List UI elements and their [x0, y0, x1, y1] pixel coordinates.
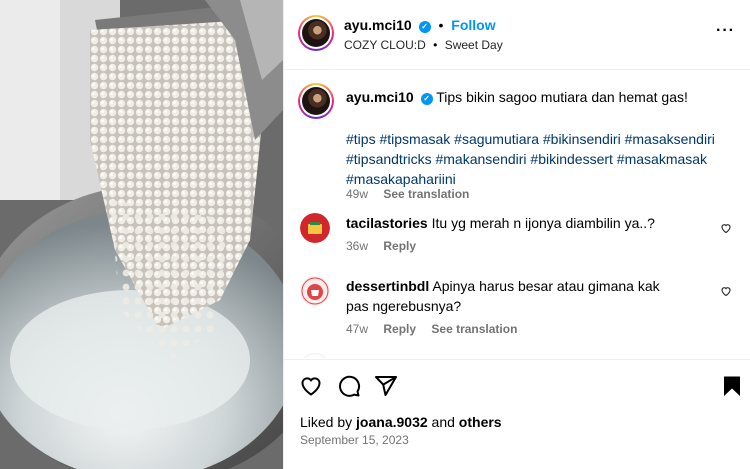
hashtags[interactable]: #tips #tipsmasak #sagumutiara #bikinsend… [346, 129, 726, 189]
comment-text: tacilastories Itu yg merah n ijonya diam… [346, 213, 676, 233]
caption-username[interactable]: ayu.mci10 [346, 89, 414, 105]
caption-text: ayu.mci10 ✓ Tips bikin sagoo mutiara dan… [346, 87, 726, 107]
comment-meta: 36w Reply [346, 239, 428, 253]
comment-meta: 47w Reply See translation [346, 322, 529, 336]
post-date[interactable]: September 15, 2023 [300, 433, 409, 447]
liked-by-and: and [431, 414, 455, 430]
follow-button[interactable]: Follow [451, 17, 495, 33]
post-header: ayu.mci10 ✓ • Follow COZY CLOU:D • Sweet… [284, 0, 750, 70]
post-photo [0, 0, 283, 469]
commenter-avatar[interactable] [300, 276, 330, 306]
location-link[interactable]: COZY CLOU:D [344, 38, 426, 52]
comment-text: dessertinbdl Apinya harus besar atau gim… [346, 276, 676, 316]
audio-link[interactable]: Sweet Day [445, 38, 503, 52]
bookmark-icon[interactable] [720, 374, 744, 398]
share-icon[interactable] [374, 374, 398, 398]
post-media[interactable] [0, 0, 283, 469]
liked-by-others-link[interactable]: others [459, 414, 502, 430]
caption-age: 49w [346, 187, 369, 201]
reply-button[interactable]: Reply [383, 322, 416, 336]
comment-like-heart-icon[interactable] [720, 285, 732, 297]
commenter-avatar[interactable] [300, 353, 330, 358]
commenter-username[interactable]: dessertinbdl [346, 278, 429, 294]
comment-body: Itu yg merah n ijonya diambilin ya..? [431, 215, 655, 231]
separator-dot: • [438, 17, 444, 33]
author-line: ayu.mci10 ✓ • Follow [344, 17, 496, 33]
reply-button[interactable]: Reply [383, 239, 416, 253]
comment-like-heart-icon[interactable] [720, 222, 732, 234]
separator-dot: • [433, 38, 438, 52]
comment-icon[interactable] [337, 374, 361, 398]
comment-age: 47w [346, 322, 369, 336]
commenter-username[interactable]: tacilastories [346, 215, 428, 231]
post-subtitle: COZY CLOU:D • Sweet Day [344, 38, 503, 52]
verified-badge-icon: ✓ [420, 93, 433, 105]
author-avatar[interactable] [298, 15, 334, 51]
caption-body: Tips bikin sagoo mutiara dan hemat gas! [436, 89, 688, 105]
commenter-avatar[interactable] [300, 213, 330, 243]
comment-age: 36w [346, 239, 369, 253]
liked-by-prefix: Liked by [300, 414, 353, 430]
see-translation-link[interactable]: See translation [383, 187, 469, 201]
caption-meta: 49w See translation [346, 187, 481, 201]
post-panel: ayu.mci10 ✓ • Follow COZY CLOU:D • Sweet… [283, 0, 750, 469]
verified-badge-icon: ✓ [418, 21, 431, 33]
more-options-icon[interactable]: ··· [716, 22, 735, 40]
liked-by-user-link[interactable]: joana.9032 [356, 414, 428, 430]
heart-icon[interactable] [299, 374, 323, 398]
see-translation-link[interactable]: See translation [431, 322, 517, 336]
comments-scroll-area[interactable]: ayu.mci10 ✓ Tips bikin sagoo mutiara dan… [284, 71, 750, 358]
liked-by-text: Liked by joana.9032 and others [300, 414, 502, 430]
caption-avatar[interactable] [298, 83, 334, 119]
post-actions: Liked by joana.9032 and others September… [284, 359, 750, 469]
author-username[interactable]: ayu.mci10 [344, 17, 412, 33]
